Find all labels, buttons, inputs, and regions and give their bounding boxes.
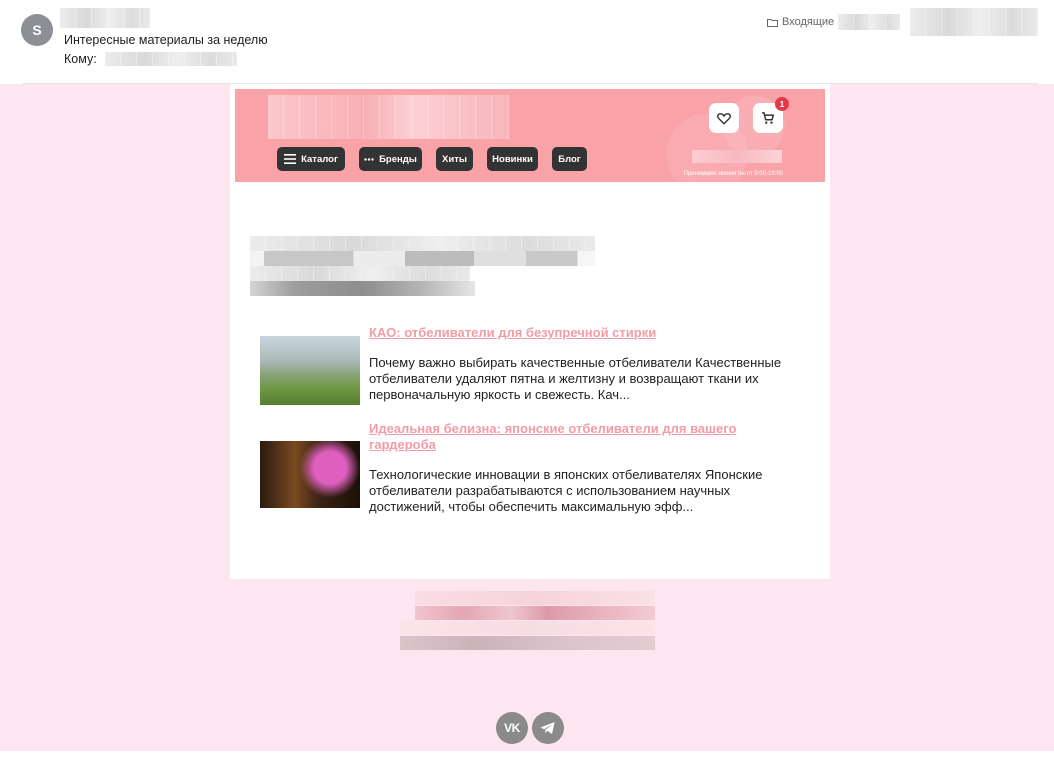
store-logo-redacted[interactable] [268,95,510,139]
menu-icon [284,154,297,164]
heading-line-redacted [250,236,595,251]
telegram-icon [540,722,555,734]
heart-icon [717,112,731,124]
article-excerpt: Почему важно выбирать качественные отбел… [369,355,782,402]
article-image-laundry[interactable] [260,336,360,405]
heading-line-redacted [250,251,595,266]
article-image-clothespins[interactable] [260,441,360,508]
nav-brands-label: Бренды [379,153,417,165]
call-hours-text: Принимаем звонки пн-пт 9:00-19:00 [683,171,783,177]
sender-name-redacted[interactable] [60,8,150,28]
nav-hits-label: Хиты [442,153,467,165]
cart-icon [762,112,774,124]
article-title-link[interactable]: КАО: отбеливатели для безупречной стирки [369,325,789,341]
article-excerpt: Технологические инновации в японских отб… [369,467,763,514]
nav-new-button[interactable]: Новинки [487,147,538,171]
recipient-redacted[interactable] [104,52,237,66]
email-subject: Интересные материалы за неделю [64,33,268,47]
phone-number-redacted[interactable] [692,150,782,163]
to-label: Кому: [64,52,97,66]
nav-blog-label: Блог [558,153,581,165]
favorites-button[interactable] [709,103,739,133]
heading-line-redacted [250,281,475,296]
folder-label[interactable]: Входящие [767,14,901,30]
heading-line-redacted [250,266,470,281]
nav-new-label: Новинки [492,153,533,165]
recipient-row: Кому: [64,52,237,66]
nav-brands-button[interactable]: Бренды [359,147,422,171]
sender-avatar[interactable]: S [21,14,53,46]
footer-line-redacted [400,621,655,635]
footer-line-redacted [400,636,655,650]
nav-blog-button[interactable]: Блог [552,147,587,171]
nav-catalog-button[interactable]: Каталог [277,147,345,171]
nav-catalog-label: Каталог [301,153,338,165]
footer-line-redacted [415,591,655,605]
vk-icon: VK [504,721,520,735]
email-header: S Интересные материалы за неделю Кому: В… [0,0,1054,84]
dots-icon [364,157,374,161]
folder-extra-redacted [838,14,901,30]
telegram-social-button[interactable] [532,712,564,744]
avatar-letter: S [32,22,42,38]
folder-icon [767,18,778,27]
date-redacted [910,8,1038,36]
footer-line-redacted [415,606,655,620]
vk-social-button[interactable]: VK [496,712,528,744]
nav-hits-button[interactable]: Хиты [436,147,473,171]
article-title-link[interactable]: Идеальная белизна: японские отбеливатели… [369,421,789,453]
cart-count-badge: 1 [775,97,789,111]
folder-name: Входящие [782,16,835,28]
